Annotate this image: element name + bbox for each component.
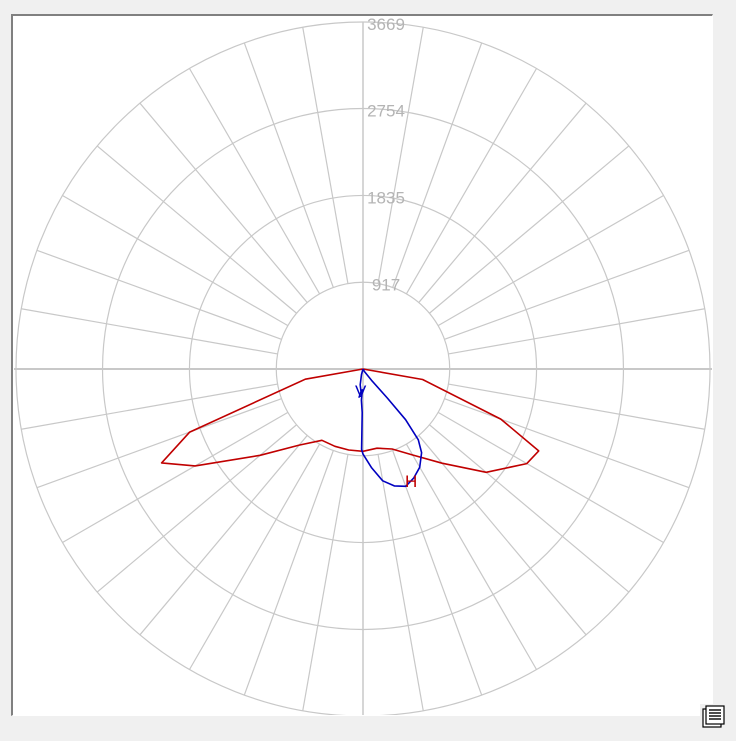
grid-spoke	[392, 42, 483, 288]
document-list-icon	[702, 705, 725, 728]
polar-chart: 917 1835 2754 3669 H V	[14, 16, 712, 715]
series-H-label: H	[405, 472, 417, 491]
grid-spoke	[377, 27, 424, 284]
radial-tick-label: 3669	[367, 16, 405, 34]
radial-tick-label: 2754	[367, 102, 405, 121]
grid-spoke	[302, 454, 349, 711]
series-H-curve	[160, 368, 540, 474]
radial-tick-label: 1835	[367, 188, 405, 207]
grid-spoke	[62, 411, 289, 544]
radial-tick-label: 917	[372, 275, 400, 294]
grid-spoke	[62, 194, 289, 327]
grid-spoke	[377, 454, 424, 711]
grid-spoke	[302, 27, 349, 284]
grid-spoke	[448, 383, 705, 430]
grid-spoke	[21, 308, 278, 355]
polar-chart-panel: 917 1835 2754 3669 H V	[11, 14, 713, 716]
series-V-curve	[358, 368, 423, 488]
grid-spoke	[437, 411, 664, 544]
grid-spoke	[188, 68, 321, 295]
grid-spoke	[448, 308, 705, 355]
series-V-label: V	[355, 382, 367, 401]
grid-spoke	[437, 194, 664, 327]
grid-spoke	[243, 42, 334, 288]
grid-spoke	[21, 383, 278, 430]
grid-spoke	[405, 443, 538, 670]
grid-spoke	[444, 249, 690, 340]
grid-spoke	[188, 443, 321, 670]
grid-spoke	[36, 398, 282, 489]
grid-spoke	[405, 68, 538, 295]
document-list-button[interactable]	[700, 704, 726, 730]
grid-spoke	[36, 249, 282, 340]
grid-spoke	[444, 398, 690, 489]
grid-spoke	[243, 450, 334, 696]
